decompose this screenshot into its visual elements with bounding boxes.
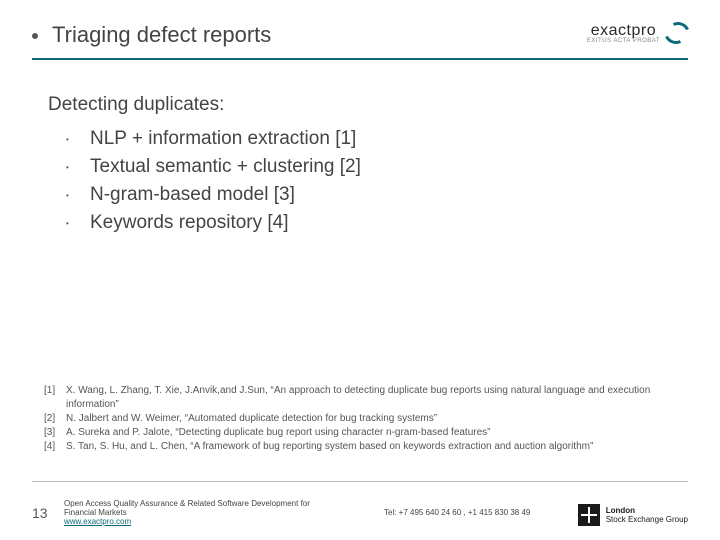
slide-header: Triaging defect reports exactpro EXITUS … xyxy=(0,0,720,58)
lse-logo-text: London Stock Exchange Group xyxy=(606,506,688,524)
slide-title: Triaging defect reports xyxy=(52,22,271,48)
reference-item: [3] A. Sureka and P. Jalote, “Detecting … xyxy=(44,426,680,440)
ref-text: S. Tan, S. Hu, and L. Chen, “A framework… xyxy=(66,440,680,454)
footer-divider xyxy=(32,481,688,482)
list-item: N-gram-based model [3] xyxy=(66,184,680,206)
slide-body: Detecting duplicates: NLP + information … xyxy=(0,60,720,540)
ref-number: [3] xyxy=(44,426,66,440)
ref-text: X. Wang, L. Zhang, T. Xie, J.Anvik,and J… xyxy=(66,384,680,412)
reference-item: [2] N. Jalbert and W. Weimer, “Automated… xyxy=(44,412,680,426)
lse-logo: London Stock Exchange Group xyxy=(578,504,688,526)
swirl-icon xyxy=(666,22,688,44)
logo-subtext: EXITUS ACTA PROBAT xyxy=(587,38,660,44)
list-item: Keywords repository [4] xyxy=(66,212,680,234)
lse-line2: Stock Exchange Group xyxy=(606,515,688,524)
page-number: 13 xyxy=(32,505,64,521)
slide-footer: 13 Open Access Quality Assurance & Relat… xyxy=(32,499,688,526)
references: [1] X. Wang, L. Zhang, T. Xie, J.Anvik,a… xyxy=(0,384,720,454)
list-item: NLP + information extraction [1] xyxy=(66,128,680,150)
exactpro-logo: exactpro EXITUS ACTA PROBAT xyxy=(587,22,688,44)
reference-item: [1] X. Wang, L. Zhang, T. Xie, J.Anvik,a… xyxy=(44,384,680,412)
footer-org-line: Open Access Quality Assurance & Related … xyxy=(64,499,310,517)
ref-number: [4] xyxy=(44,440,66,454)
reference-item: [4] S. Tan, S. Hu, and L. Chen, “A frame… xyxy=(44,440,680,454)
body-headline: Detecting duplicates: xyxy=(48,94,680,116)
ref-number: [2] xyxy=(44,412,66,426)
ref-text: A. Sureka and P. Jalote, “Detecting dupl… xyxy=(66,426,680,440)
slide: Triaging defect reports exactpro EXITUS … xyxy=(0,0,720,540)
logo-text-col: exactpro EXITUS ACTA PROBAT xyxy=(587,22,660,44)
lse-line1: London xyxy=(606,506,635,515)
bullet-list: NLP + information extraction [1] Textual… xyxy=(48,128,680,234)
title-bullet-icon xyxy=(32,33,38,39)
footer-url-link[interactable]: www.exactpro.com xyxy=(64,517,324,526)
footer-tel: Tel: +7 495 640 24 60 , +1 415 830 38 49 xyxy=(384,508,530,517)
ref-text: N. Jalbert and W. Weimer, “Automated dup… xyxy=(66,412,680,426)
footer-org-text: Open Access Quality Assurance & Related … xyxy=(64,499,324,526)
lse-logo-icon xyxy=(578,504,600,526)
title-wrap: Triaging defect reports xyxy=(32,22,271,48)
list-item: Textual semantic + clustering [2] xyxy=(66,156,680,178)
ref-number: [1] xyxy=(44,384,66,412)
